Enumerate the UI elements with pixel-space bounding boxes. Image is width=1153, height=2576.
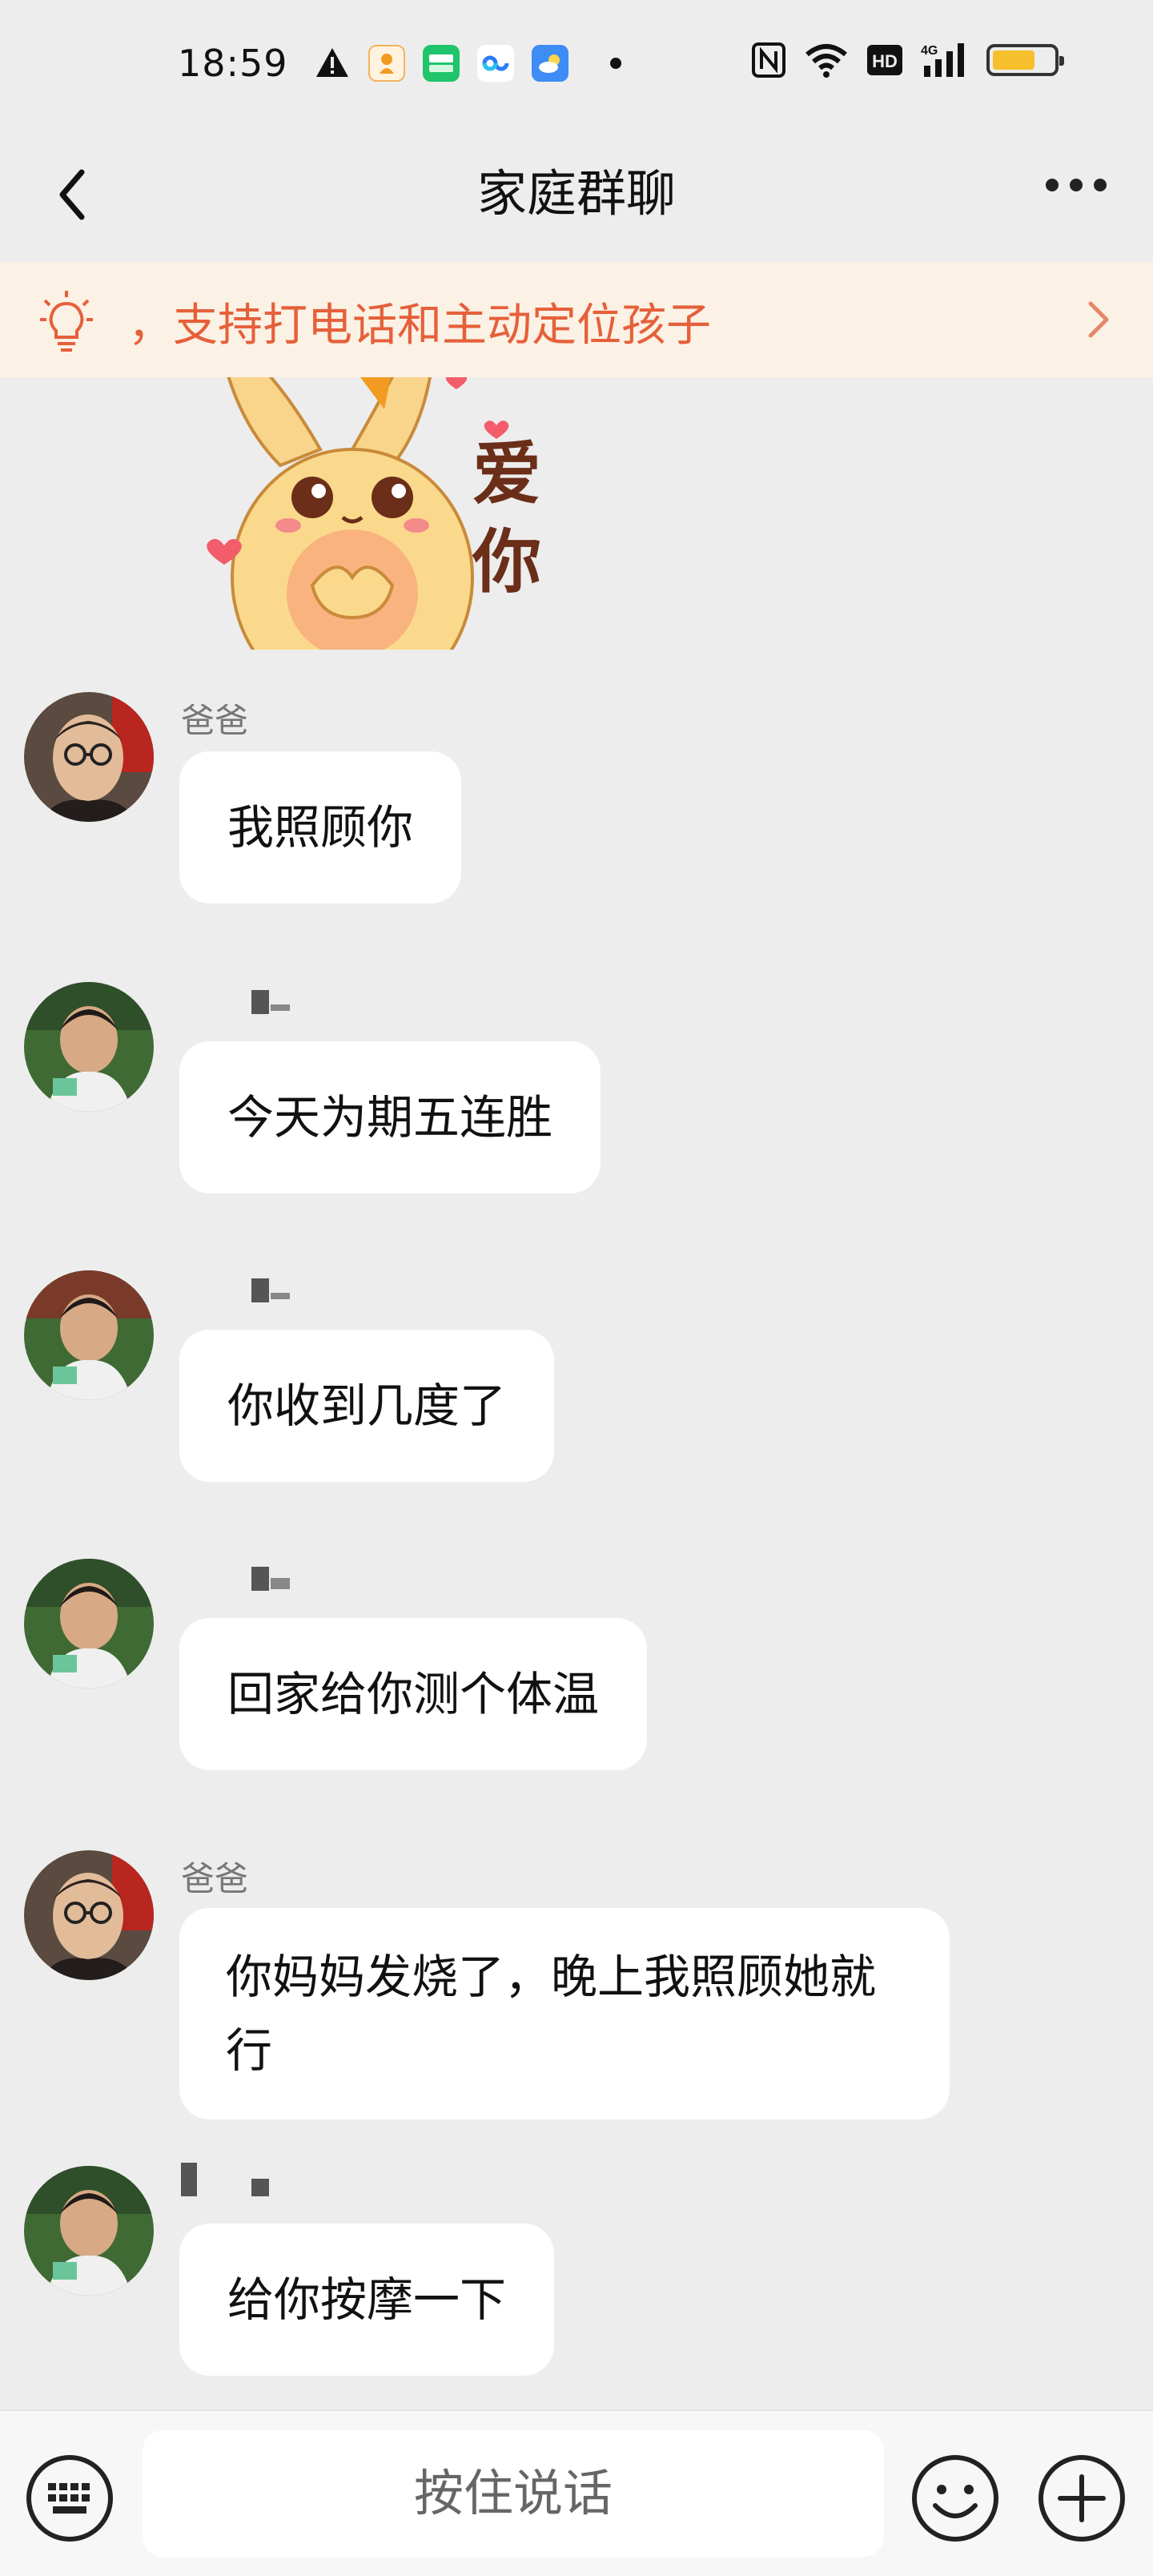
emoji-icon[interactable] — [910, 2453, 1001, 2544]
sender-name: 爸爸 — [181, 701, 249, 740]
avatar-child[interactable] — [24, 1270, 154, 1400]
avatar-child[interactable] — [24, 982, 154, 1112]
feature-banner[interactable]: ，支持打电话和主动定位孩子 — [0, 262, 1153, 377]
plus-icon[interactable] — [1036, 2453, 1127, 2544]
chat-header: 家庭群聊 — [0, 132, 1153, 260]
redacted-sender — [251, 1567, 269, 1591]
status-right-icons: HD 4G — [751, 42, 1064, 78]
lightbulb-icon — [40, 291, 93, 352]
sender-name: 爸爸 — [181, 1859, 249, 1898]
message-bubble[interactable]: 你妈妈发烧了，晚上我照顾她就行 — [179, 1908, 950, 2119]
svg-text:4G: 4G — [921, 44, 938, 58]
redacted-sender — [251, 1278, 269, 1302]
message-bubble[interactable]: 回家给你测个体温 — [179, 1618, 648, 1770]
chat-title: 家庭群聊 — [476, 164, 676, 223]
redacted-sender — [271, 1578, 290, 1589]
banner-text: ，支持打电话和主动定位孩子 — [128, 300, 711, 352]
hold-to-talk-button[interactable]: 按住说话 — [143, 2430, 884, 2557]
more-dots-icon[interactable] — [1046, 179, 1107, 191]
nfc-icon — [752, 42, 785, 78]
status-bar: 18:59 HD 4G — [0, 0, 1153, 132]
sticker-text-1: 爱 — [472, 434, 541, 514]
message-bubble[interactable]: 你收到几度了 — [179, 1330, 555, 1482]
rabbit-love-sticker[interactable]: 爱 你 — [192, 377, 576, 650]
kuaishou-app-icon — [368, 45, 405, 82]
redacted-sender — [271, 1293, 290, 1299]
svg-text:HD: HD — [872, 51, 898, 71]
signal-4g-icon: 4G — [921, 43, 964, 77]
redacted-sender — [271, 1004, 290, 1011]
avatar-child[interactable] — [24, 2166, 154, 2296]
weather-app-icon — [532, 45, 568, 82]
chevron-right-icon — [1088, 301, 1109, 338]
message-bubble[interactable]: 我照顾你 — [179, 751, 462, 904]
keyboard-icon[interactable] — [24, 2453, 115, 2544]
input-bar: 按住说话 — [0, 2409, 1153, 2576]
warning-icon — [316, 48, 348, 77]
redacted-sender — [181, 2163, 197, 2196]
redacted-sender — [251, 2179, 269, 2196]
status-left-icons — [314, 45, 621, 82]
avatar-child[interactable] — [24, 1559, 154, 1688]
status-time: 18:59 — [178, 42, 288, 85]
sticker-text-2: 你 — [472, 522, 541, 602]
avatar-dad[interactable] — [24, 692, 154, 822]
hd-icon: HD — [867, 45, 902, 75]
wifi-icon — [805, 44, 847, 78]
redacted-sender — [251, 990, 269, 1014]
message-bubble[interactable]: 给你按摩一下 — [179, 2224, 555, 2376]
message-bubble[interactable]: 今天为期五连胜 — [179, 1041, 601, 1193]
battery-icon — [986, 44, 1064, 76]
notification-dot — [610, 58, 621, 69]
iqiyi-app-icon — [423, 45, 460, 82]
avatar-dad[interactable] — [24, 1850, 154, 1980]
battery-level-fill — [993, 50, 1034, 70]
cloud-link-app-icon — [477, 45, 514, 82]
